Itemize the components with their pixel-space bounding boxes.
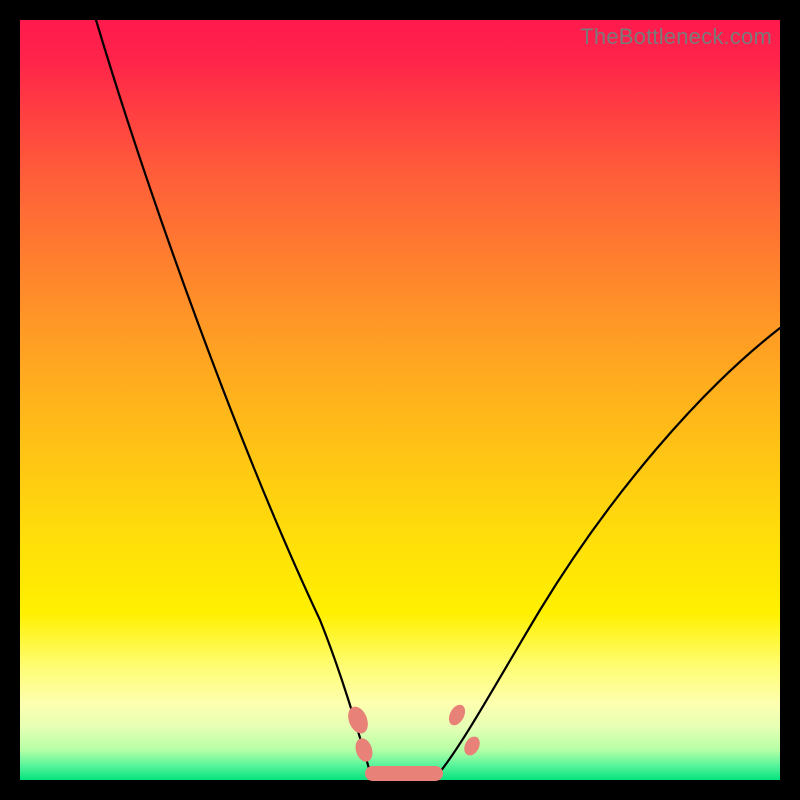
curve-svg [20,20,780,780]
marker-oval-left-upper [344,704,371,737]
marker-oval-right-upper [446,702,469,728]
marker-oval-left-lower [353,736,376,764]
plot-area: TheBottleneck.com [20,20,780,780]
chart-frame: TheBottleneck.com [0,0,800,800]
marker-pill-bottom [365,766,443,781]
curve-right [440,328,780,772]
curve-left [96,20,370,772]
